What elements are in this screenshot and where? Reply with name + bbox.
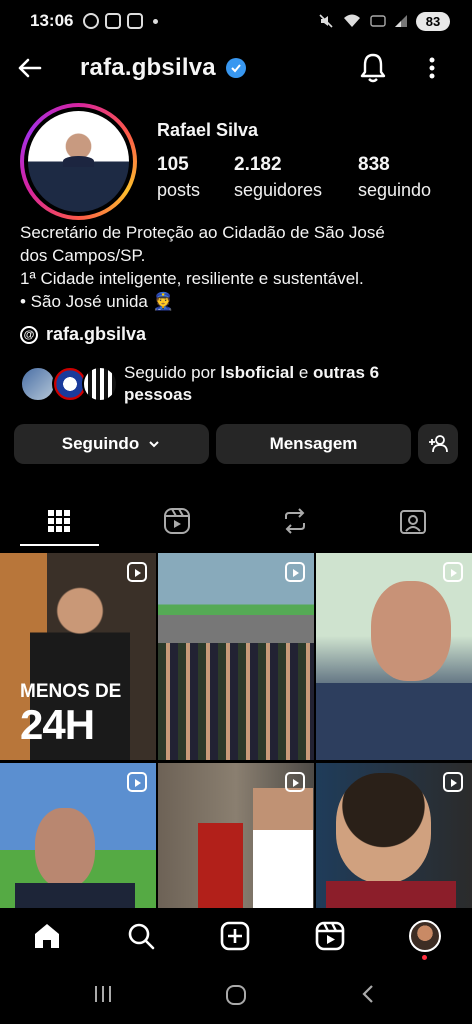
message-button[interactable]: Mensagem — [216, 424, 411, 464]
followed-by-account: lsboficial — [220, 363, 295, 382]
stat-followers-value: 2.182 — [234, 154, 282, 175]
reels-nav-icon[interactable] — [314, 920, 346, 952]
stat-posts[interactable]: 105 posts — [157, 154, 200, 201]
message-button-label: Mensagem — [269, 434, 358, 453]
threads-link[interactable]: @ rafa.gbsilva — [20, 324, 146, 345]
grid-post[interactable]: MENOS DE 24H — [0, 553, 156, 760]
more-options-icon[interactable] — [420, 52, 444, 84]
wifi-icon — [344, 14, 360, 27]
header-username[interactable]: rafa.gbsilva — [80, 54, 246, 82]
stat-posts-label: posts — [157, 180, 201, 200]
stat-followers-label: seguidores — [234, 180, 323, 200]
instagram-icon — [105, 13, 122, 29]
cell-signal-icon — [395, 15, 407, 27]
recent-apps-icon[interactable] — [92, 983, 114, 1005]
whatsapp-icon — [83, 13, 100, 29]
status-time: 13:06 — [30, 11, 74, 30]
back-arrow-icon[interactable] — [14, 52, 46, 84]
add-person-icon — [429, 435, 448, 453]
bio-line: • São José unida 👮 — [20, 292, 174, 311]
following-button[interactable]: Seguindo — [14, 424, 209, 464]
grid-post[interactable] — [158, 553, 314, 760]
screenshot-icon — [127, 13, 144, 29]
grid-post[interactable] — [316, 763, 472, 908]
stat-followers[interactable]: 2.182 seguidores — [234, 154, 322, 201]
reel-icon — [285, 772, 305, 792]
notification-dot — [422, 955, 427, 960]
notification-bell-icon[interactable] — [357, 50, 389, 86]
system-navigation-bar — [0, 965, 472, 1024]
grid-icon — [48, 510, 70, 532]
mutual-avatar — [82, 366, 118, 402]
threads-icon: @ — [20, 325, 38, 344]
profile-full-name: Rafael Silva — [157, 120, 259, 140]
following-button-label: Seguindo — [61, 434, 140, 453]
reel-icon — [127, 562, 147, 582]
post-overlay-text: 24H — [20, 701, 95, 748]
stat-following-value: 838 — [358, 154, 390, 175]
profile-header: rafa.gbsilva — [0, 44, 472, 94]
mute-icon — [319, 14, 333, 28]
search-icon[interactable] — [125, 920, 157, 952]
grid-post[interactable] — [158, 763, 314, 908]
home-button-icon[interactable] — [224, 983, 248, 1007]
profile-bio: Secretário de Proteção ao Cidadão de São… — [20, 221, 460, 313]
chevron-down-icon — [149, 441, 159, 448]
mutual-followers-avatars — [20, 364, 124, 404]
more-notifications-icon — [153, 18, 159, 24]
home-icon[interactable] — [31, 920, 63, 952]
username-text: rafa.gbsilva — [80, 54, 216, 81]
followed-by-text: Seguido por lsboficial e outras 6 pessoa… — [124, 363, 380, 404]
tagged-icon — [400, 510, 426, 534]
reel-icon — [285, 562, 305, 582]
back-button-icon[interactable] — [358, 983, 378, 1005]
tab-grid[interactable] — [0, 495, 118, 547]
post-overlay-text: MENOS DE — [20, 681, 122, 702]
verified-badge-icon — [225, 58, 246, 78]
system-icons: 83 — [318, 11, 450, 31]
profile-photo — [28, 111, 129, 212]
reel-icon — [443, 772, 463, 792]
bio-line: 1ª Cidade inteligente, resiliente e sust… — [20, 269, 364, 288]
battery-level: 83 — [416, 11, 450, 31]
tab-reposts[interactable] — [236, 495, 354, 547]
followed-by[interactable]: Seguido por lsboficial e outras 6 pessoa… — [20, 362, 460, 406]
notification-icons — [83, 13, 159, 29]
suggest-people-button[interactable] — [418, 424, 458, 464]
stat-following[interactable]: 838 seguindo — [358, 154, 431, 201]
grid-post[interactable] — [0, 763, 156, 908]
mutual-avatar — [20, 366, 56, 402]
bottom-navigation — [0, 908, 472, 964]
signal-5g-icon — [370, 15, 386, 27]
bio-line: dos Campos/SP. — [20, 246, 146, 265]
reels-icon — [164, 508, 190, 534]
profile-avatar[interactable] — [20, 103, 137, 220]
profile-nav-avatar[interactable] — [409, 920, 441, 952]
reel-icon — [443, 562, 463, 582]
reel-icon — [127, 772, 147, 792]
tab-reels[interactable] — [118, 495, 236, 547]
active-tab-indicator — [20, 544, 99, 546]
grid-post[interactable] — [316, 553, 472, 760]
stat-posts-value: 105 — [157, 154, 189, 175]
profile-tabs — [0, 495, 472, 551]
bio-line: Secretário de Proteção ao Cidadão de São… — [20, 223, 385, 242]
reposts-icon — [285, 508, 305, 534]
posts-grid: MENOS DE 24H — [0, 553, 472, 908]
status-bar: 13:06 83 — [0, 0, 472, 42]
stat-following-label: seguindo — [358, 180, 432, 200]
tab-tagged[interactable] — [354, 495, 472, 547]
threads-handle: rafa.gbsilva — [46, 324, 147, 344]
create-post-icon[interactable] — [219, 920, 251, 952]
